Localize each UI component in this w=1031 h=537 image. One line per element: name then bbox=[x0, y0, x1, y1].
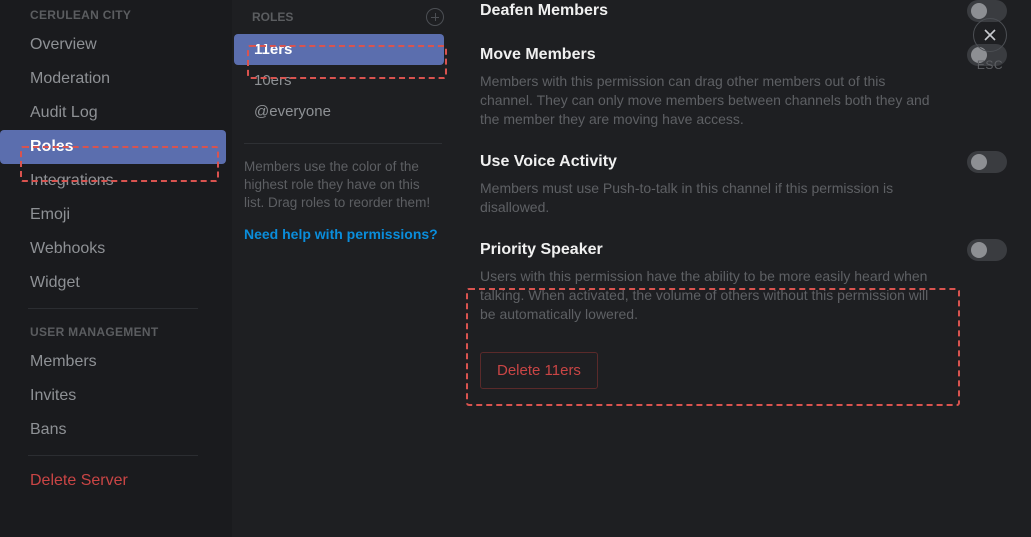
add-role-icon[interactable] bbox=[426, 8, 444, 26]
close-icon bbox=[983, 28, 997, 42]
sidebar-item-integrations[interactable]: Integrations bbox=[0, 164, 226, 198]
permission-use-voice-activity: Use Voice Activity Members must use Push… bbox=[480, 151, 1007, 239]
permission-title: Deafen Members bbox=[480, 1, 608, 21]
roles-heading: ROLES bbox=[252, 10, 293, 24]
delete-server-button[interactable]: Delete Server bbox=[0, 464, 226, 498]
sidebar-item-bans[interactable]: Bans bbox=[0, 413, 226, 447]
divider bbox=[28, 308, 198, 309]
permission-deafen-members: Deafen Members bbox=[480, 0, 1007, 44]
sidebar-item-overview[interactable]: Overview bbox=[0, 28, 226, 62]
close-region: ESC bbox=[973, 18, 1007, 72]
permission-priority-speaker: Priority Speaker Users with this permiss… bbox=[480, 239, 1007, 346]
sidebar-item-widget[interactable]: Widget bbox=[0, 266, 226, 300]
permission-title: Move Members bbox=[480, 45, 596, 65]
sidebar-item-roles[interactable]: Roles bbox=[0, 130, 226, 164]
settings-sidebar: CERULEAN CITY Overview Moderation Audit … bbox=[0, 0, 232, 537]
close-button[interactable] bbox=[973, 18, 1007, 52]
permission-move-members: Move Members Members with this permissio… bbox=[480, 44, 1007, 151]
user-management-heading: USER MANAGEMENT bbox=[0, 317, 226, 345]
permission-desc: Members with this permission can drag ot… bbox=[480, 72, 930, 129]
role-item-10ers[interactable]: 10ers bbox=[234, 65, 444, 96]
permission-title: Use Voice Activity bbox=[480, 152, 617, 172]
sidebar-item-moderation[interactable]: Moderation bbox=[0, 62, 226, 96]
divider bbox=[28, 455, 198, 456]
permissions-panel: Deafen Members Move Members Members with… bbox=[462, 0, 1031, 537]
sidebar-item-webhooks[interactable]: Webhooks bbox=[0, 232, 226, 266]
toggle-priority-speaker[interactable] bbox=[967, 239, 1007, 261]
roles-hint-text: Members use the color of the highest rol… bbox=[232, 158, 450, 212]
server-name-heading: CERULEAN CITY bbox=[0, 0, 226, 28]
sidebar-item-members[interactable]: Members bbox=[0, 345, 226, 379]
role-item-11ers[interactable]: 11ers bbox=[234, 34, 444, 65]
divider bbox=[244, 143, 442, 144]
role-item-everyone[interactable]: @everyone bbox=[234, 96, 444, 127]
permissions-help-link[interactable]: Need help with permissions? bbox=[232, 212, 450, 242]
permission-title: Priority Speaker bbox=[480, 240, 603, 260]
sidebar-item-audit-log[interactable]: Audit Log bbox=[0, 96, 226, 130]
permission-desc: Members must use Push-to-talk in this ch… bbox=[480, 179, 930, 217]
toggle-use-voice-activity[interactable] bbox=[967, 151, 1007, 173]
sidebar-item-invites[interactable]: Invites bbox=[0, 379, 226, 413]
permission-desc: Users with this permission have the abil… bbox=[480, 267, 930, 324]
delete-role-button[interactable]: Delete 11ers bbox=[480, 352, 598, 389]
roles-list-column: ROLES 11ers 10ers @everyone Members use … bbox=[232, 0, 462, 537]
esc-label: ESC bbox=[973, 58, 1007, 72]
sidebar-item-emoji[interactable]: Emoji bbox=[0, 198, 226, 232]
